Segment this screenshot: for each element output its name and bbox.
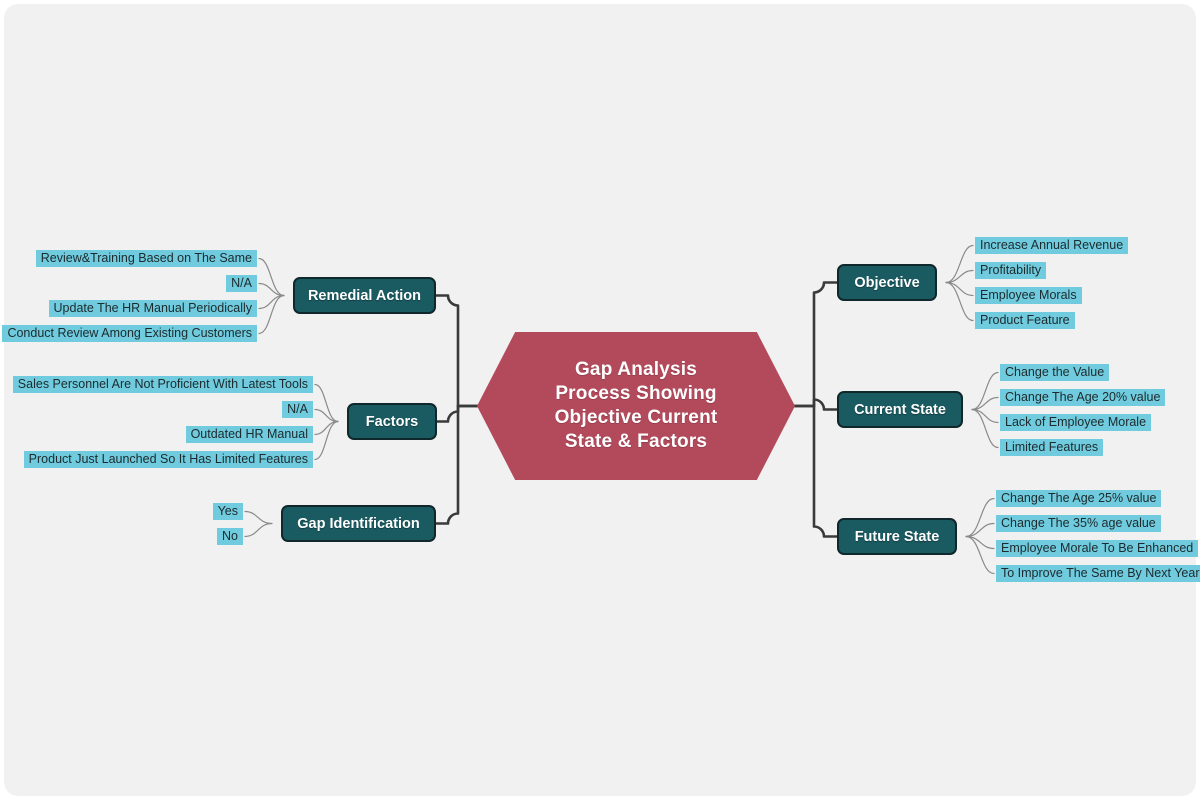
leaf-objective-3[interactable]: Employee Morals [975, 287, 1082, 304]
central-topic-label: Gap Analysis Process Showing Objective C… [555, 358, 718, 454]
branch-objective-label: Objective [854, 274, 920, 291]
branch-future-state-label: Future State [854, 528, 940, 545]
branch-future-state[interactable]: Future State [837, 518, 957, 555]
leaf-objective-3-label: Employee Morals [980, 288, 1077, 302]
leaf-current-state-3-label: Lack of Employee Morale [1005, 415, 1147, 429]
leaf-remedial-action-2-label: N/A [231, 276, 252, 290]
leaf-future-state-4-label: To Improve The Same By Next Year [1001, 566, 1200, 580]
branch-remedial-action[interactable]: Remedial Action [293, 277, 436, 314]
leaf-current-state-3[interactable]: Lack of Employee Morale [1000, 414, 1152, 431]
leaf-objective-1[interactable]: Increase Annual Revenue [975, 237, 1129, 254]
leaf-gap-identification-2-label: No [222, 529, 238, 543]
leaf-future-state-3-label: Employee Morale To Be Enhanced [1001, 541, 1194, 555]
leaf-current-state-1-label: Change the Value [1005, 365, 1105, 379]
branch-objective[interactable]: Objective [837, 264, 937, 301]
branch-current-state-label: Current State [854, 401, 946, 418]
central-topic-line-1: Gap Analysis [574, 359, 698, 380]
leaf-factors-4[interactable]: Product Just Launched So It Has Limited … [23, 451, 313, 468]
leaf-remedial-action-3-label: Update The HR Manual Periodically [53, 301, 252, 315]
leaf-future-state-3[interactable]: Employee Morale To Be Enhanced [996, 540, 1199, 557]
leaf-remedial-action-3[interactable]: Update The HR Manual Periodically [48, 300, 257, 317]
leaf-current-state-4[interactable]: Limited Features [1000, 439, 1104, 456]
leaf-objective-2[interactable]: Profitability [975, 262, 1047, 279]
leaf-factors-3[interactable]: Outdated HR Manual [185, 426, 313, 443]
leaf-remedial-action-2[interactable]: N/A [226, 275, 257, 292]
central-topic-line-4: State & Factors [564, 431, 708, 452]
central-topic-node[interactable]: Gap Analysis Process Showing Objective C… [477, 332, 795, 480]
central-topic-line-3: Objective Current [554, 407, 718, 428]
leaf-objective-1-label: Increase Annual Revenue [980, 238, 1124, 252]
branch-remedial-action-label: Remedial Action [307, 287, 422, 304]
leaf-objective-4-label: Product Feature [980, 313, 1070, 327]
leaf-factors-2[interactable]: N/A [282, 401, 313, 418]
leaf-gap-identification-1[interactable]: Yes [212, 503, 243, 520]
leaf-factors-3-label: Outdated HR Manual [190, 427, 308, 441]
leaf-remedial-action-1-label: Review&Training Based on The Same [40, 251, 252, 265]
leaf-factors-4-label: Product Just Launched So It Has Limited … [28, 452, 308, 466]
leaf-future-state-2[interactable]: Change The 35% age value [996, 515, 1161, 532]
leaf-factors-1-label: Sales Personnel Are Not Proficient With … [17, 377, 308, 391]
leaf-objective-2-label: Profitability [980, 263, 1042, 277]
leaf-remedial-action-1[interactable]: Review&Training Based on The Same [35, 250, 257, 267]
leaf-factors-1[interactable]: Sales Personnel Are Not Proficient With … [12, 376, 313, 393]
leaf-future-state-2-label: Change The 35% age value [1001, 516, 1156, 530]
branch-gap-identification-label: Gap Identification [297, 515, 420, 532]
leaf-current-state-2[interactable]: Change The Age 20% value [1000, 389, 1166, 406]
leaf-current-state-2-label: Change The Age 20% value [1005, 390, 1161, 404]
leaf-gap-identification-2[interactable]: No [217, 528, 243, 545]
mindmap-canvas: Gap Analysis Process Showing Objective C… [0, 0, 1200, 800]
leaf-gap-identification-1-label: Yes [217, 504, 238, 518]
leaf-remedial-action-4-label: Conduct Review Among Existing Customers [7, 326, 252, 340]
branch-current-state[interactable]: Current State [837, 391, 963, 428]
leaf-future-state-4[interactable]: To Improve The Same By Next Year [996, 565, 1200, 582]
leaf-future-state-1[interactable]: Change The Age 25% value [996, 490, 1162, 507]
leaf-current-state-4-label: Limited Features [1005, 440, 1099, 454]
branch-factors[interactable]: Factors [347, 403, 437, 440]
branch-gap-identification[interactable]: Gap Identification [281, 505, 436, 542]
leaf-remedial-action-4[interactable]: Conduct Review Among Existing Customers [2, 325, 257, 342]
leaf-objective-4[interactable]: Product Feature [975, 312, 1075, 329]
leaf-factors-2-label: N/A [287, 402, 308, 416]
leaf-current-state-1[interactable]: Change the Value [1000, 364, 1110, 381]
branch-factors-label: Factors [365, 413, 419, 430]
central-topic-line-2: Process Showing [555, 383, 717, 404]
leaf-future-state-1-label: Change The Age 25% value [1001, 491, 1157, 505]
